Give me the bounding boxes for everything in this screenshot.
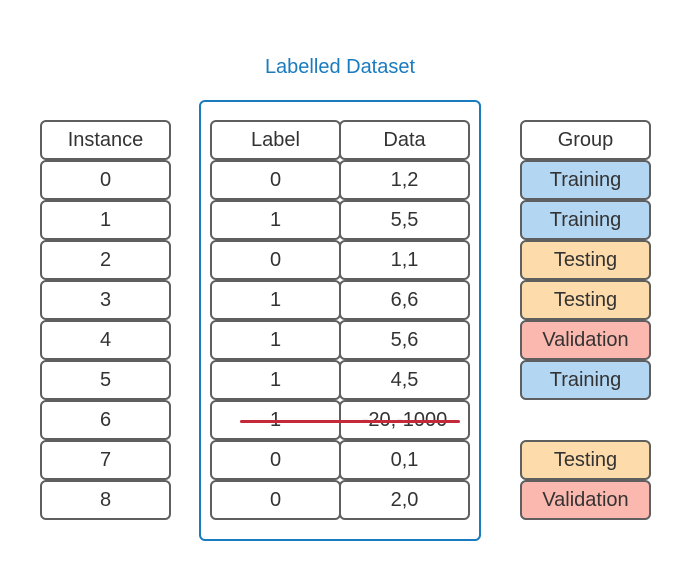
instance-cell: 3 <box>40 280 171 320</box>
label-cell: 1 <box>210 200 341 240</box>
group-cell-training: Training <box>520 160 651 200</box>
data-column: Data 1,25,51,16,65,64,5-20,-10000,12,0 <box>339 120 470 520</box>
group-cell-testing: Testing <box>520 280 651 320</box>
group-column: Group Training Training Testing Testing Vali… <box>520 120 651 520</box>
data-cell: 4,5 <box>339 360 470 400</box>
instance-cell: 1 <box>40 200 171 240</box>
data-header: Data <box>339 120 470 160</box>
instance-column: Instance 012345678 <box>40 120 171 520</box>
label-cell: 0 <box>210 480 341 520</box>
dataset-title: Labelled Dataset <box>264 56 416 78</box>
label-cell: 0 <box>210 240 341 280</box>
group-cell-training: Training <box>520 360 651 400</box>
instance-cell: 7 <box>40 440 171 480</box>
data-cell: 2,0 <box>339 480 470 520</box>
label-cell: 1 <box>210 360 341 400</box>
group-cell-testing: Testing <box>520 440 651 480</box>
data-cell: 5,6 <box>339 320 470 360</box>
label-cell: 0 <box>210 160 341 200</box>
instance-cell: 5 <box>40 360 171 400</box>
label-cell: 1 <box>210 280 341 320</box>
data-cell: 1,2 <box>339 160 470 200</box>
label-column: Label 010111100 <box>210 120 341 520</box>
label-header: Label <box>210 120 341 160</box>
data-cell: 1,1 <box>339 240 470 280</box>
group-cell-testing: Testing <box>520 240 651 280</box>
label-cell: 0 <box>210 440 341 480</box>
instance-cell: 4 <box>40 320 171 360</box>
instance-header: Instance <box>40 120 171 160</box>
instance-cell: 0 <box>40 160 171 200</box>
data-cell: 5,5 <box>339 200 470 240</box>
group-cell-empty <box>520 400 651 440</box>
group-header: Group <box>520 120 651 160</box>
instance-cell: 8 <box>40 480 171 520</box>
data-cell: 6,6 <box>339 280 470 320</box>
instance-cell: 6 <box>40 400 171 440</box>
group-cell-training: Training <box>520 200 651 240</box>
group-cell-validation: Validation <box>520 480 651 520</box>
instance-cell: 2 <box>40 240 171 280</box>
group-cell-validation: Validation <box>520 320 651 360</box>
label-cell: 1 <box>210 320 341 360</box>
outlier-strikethrough-line <box>240 420 460 423</box>
data-cell: 0,1 <box>339 440 470 480</box>
